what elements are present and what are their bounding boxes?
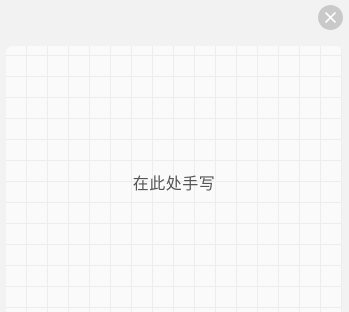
close-button[interactable]: [318, 5, 343, 30]
handwriting-hint: 在此处手写: [132, 174, 216, 193]
handwriting-pad[interactable]: 在此处手写: [6, 46, 342, 312]
close-icon: [325, 12, 336, 23]
